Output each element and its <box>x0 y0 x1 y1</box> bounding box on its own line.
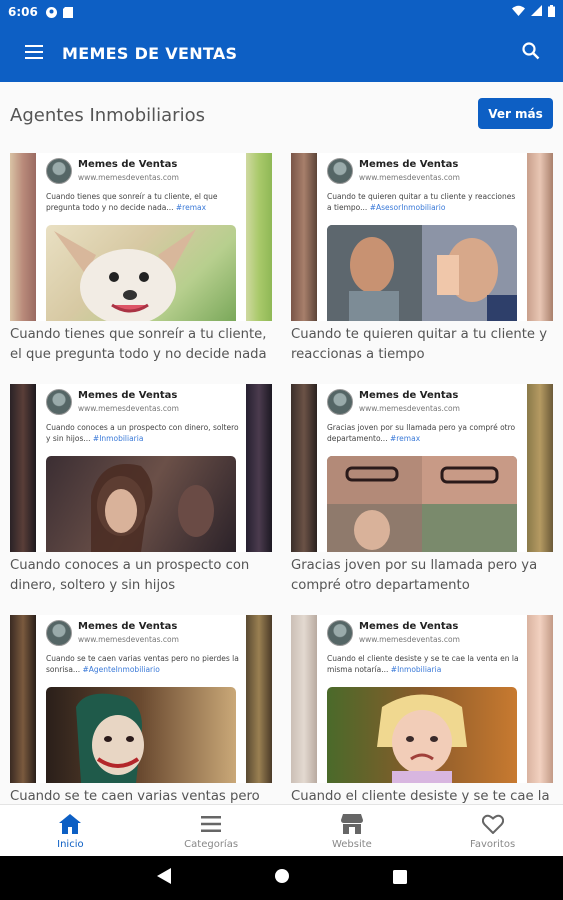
meme-image[interactable]: Memes de Ventas www.memesdeventas.com Cu… <box>291 615 553 783</box>
meme-image[interactable]: Memes de Ventas www.memesdeventas.com Cu… <box>291 153 553 321</box>
meme-image[interactable]: Memes de Ventas www.memesdeventas.com Cu… <box>10 153 272 321</box>
meme-image[interactable]: Memes de Ventas www.memesdeventas.com Cu… <box>10 384 272 552</box>
post-hashtag: #remax <box>175 203 207 212</box>
nav-label: Website <box>331 838 372 850</box>
nav-item-categorias[interactable]: Categorías <box>141 805 282 856</box>
meme-photo <box>46 456 236 552</box>
search-icon <box>522 42 540 64</box>
post-url: www.memesdeventas.com <box>359 404 460 413</box>
nav-item-inicio[interactable]: Inicio <box>0 805 141 856</box>
app-title: MEMES DE VENTAS <box>62 43 238 63</box>
post-text: Cuando tienes que sonreír a tu cliente, … <box>46 192 218 212</box>
nav-label: Favoritos <box>470 838 516 850</box>
meme-caption[interactable]: Cuando te quieren quitar a tu cliente y … <box>291 325 553 365</box>
store-icon <box>340 812 364 836</box>
post-text: Gracias joven por su llamada pero ya com… <box>327 423 516 443</box>
post-text: Cuando te quieren quitar a tu cliente y … <box>327 192 516 212</box>
meme-post: Memes de Ventas www.memesdeventas.com Gr… <box>317 384 527 552</box>
meme-photo <box>46 687 236 783</box>
status-time: 6:06 <box>8 5 38 19</box>
meme-photo <box>327 225 517 321</box>
meme-post: Memes de Ventas www.memesdeventas.com Cu… <box>36 153 246 321</box>
avatar <box>327 620 353 646</box>
meme-caption[interactable]: Gracias joven por su llamada pero ya com… <box>291 556 553 596</box>
post-hashtag: #AgenteInmobiliario <box>82 665 160 674</box>
meme-image[interactable]: Memes de Ventas www.memesdeventas.com Gr… <box>291 384 553 552</box>
meme-caption[interactable]: Cuando tienes que sonreír a tu cliente, … <box>10 325 272 365</box>
meme-caption[interactable]: Cuando el cliente desiste y se te cae la <box>291 787 553 804</box>
post-text: Cuando el cliente desiste y se te cae la… <box>327 654 519 674</box>
see-more-button[interactable]: Ver más <box>478 98 553 129</box>
meme-card[interactable]: Memes de Ventas www.memesdeventas.com Cu… <box>10 153 272 368</box>
recents-button[interactable] <box>390 868 410 888</box>
main-content[interactable]: Agentes Inmobiliarios Ver más Memes de V… <box>0 82 563 804</box>
home-circle-icon <box>274 868 290 888</box>
post-url: www.memesdeventas.com <box>78 635 179 644</box>
post-author: Memes de Ventas <box>359 159 459 170</box>
post-url: www.memesdeventas.com <box>359 173 460 182</box>
app-bar: MEMES DE VENTAS <box>0 24 563 82</box>
meme-caption[interactable]: Cuando conoces a un prospecto con dinero… <box>10 556 272 596</box>
post-url: www.memesdeventas.com <box>359 635 460 644</box>
meme-photo <box>46 225 236 321</box>
meme-post: Memes de Ventas www.memesdeventas.com Cu… <box>36 384 246 552</box>
post-hashtag: #remax <box>389 434 421 443</box>
bottom-nav: Inicio Categorías Website Favoritos <box>0 804 563 856</box>
nav-item-favoritos[interactable]: Favoritos <box>422 805 563 856</box>
post-author: Memes de Ventas <box>78 621 178 632</box>
home-icon <box>58 812 82 836</box>
avatar <box>46 620 72 646</box>
menu-button[interactable] <box>16 35 52 71</box>
post-author: Memes de Ventas <box>359 390 459 401</box>
menu-icon <box>25 44 43 63</box>
post-text: Cuando se te caen varias ventas pero no … <box>46 654 239 674</box>
battery-icon <box>548 4 555 20</box>
post-hashtag: #Inmobiliaria <box>390 665 442 674</box>
meme-card[interactable]: Memes de Ventas www.memesdeventas.com Cu… <box>291 153 553 368</box>
meme-card[interactable]: Memes de Ventas www.memesdeventas.com Cu… <box>10 384 272 599</box>
meme-card[interactable]: Memes de Ventas www.memesdeventas.com Cu… <box>10 615 272 804</box>
nav-item-website[interactable]: Website <box>282 805 423 856</box>
search-button[interactable] <box>513 35 549 71</box>
meme-photo <box>327 456 517 552</box>
meme-photo <box>327 687 517 783</box>
post-text: Cuando conoces a un prospecto con dinero… <box>46 423 239 443</box>
status-bar: 6:06 <box>0 0 563 24</box>
back-button[interactable] <box>154 868 174 888</box>
recents-icon <box>392 869 407 888</box>
back-icon <box>156 868 171 888</box>
nav-label: Inicio <box>57 838 84 850</box>
post-author: Memes de Ventas <box>78 159 178 170</box>
post-author: Memes de Ventas <box>78 390 178 401</box>
meme-post: Memes de Ventas www.memesdeventas.com Cu… <box>317 153 527 321</box>
avatar <box>327 158 353 184</box>
signal-icon <box>531 5 542 19</box>
list-icon <box>199 812 223 836</box>
post-url: www.memesdeventas.com <box>78 404 179 413</box>
system-nav-bar <box>0 856 563 900</box>
meme-post: Memes de Ventas www.memesdeventas.com Cu… <box>317 615 527 783</box>
avatar <box>327 389 353 415</box>
section-title: Agentes Inmobiliarios <box>10 104 205 126</box>
meme-caption[interactable]: Cuando se te caen varias ventas pero no <box>10 787 272 804</box>
heart-icon <box>481 812 505 836</box>
sd-card-icon <box>62 6 74 18</box>
post-author: Memes de Ventas <box>359 621 459 632</box>
wifi-icon <box>512 5 525 19</box>
meme-card[interactable]: Memes de Ventas www.memesdeventas.com Gr… <box>291 384 553 599</box>
meme-image[interactable]: Memes de Ventas www.memesdeventas.com Cu… <box>10 615 272 783</box>
meme-card[interactable]: Memes de Ventas www.memesdeventas.com Cu… <box>291 615 553 804</box>
pinterest-notification-icon <box>45 6 57 18</box>
post-url: www.memesdeventas.com <box>78 173 179 182</box>
avatar <box>46 389 72 415</box>
post-hashtag: #AsesorInmobiliario <box>369 203 446 212</box>
home-button[interactable] <box>272 868 292 888</box>
post-hashtag: #Inmobiliaria <box>92 434 144 443</box>
meme-post: Memes de Ventas www.memesdeventas.com Cu… <box>36 615 246 783</box>
nav-label: Categorías <box>184 838 239 850</box>
avatar <box>46 158 72 184</box>
